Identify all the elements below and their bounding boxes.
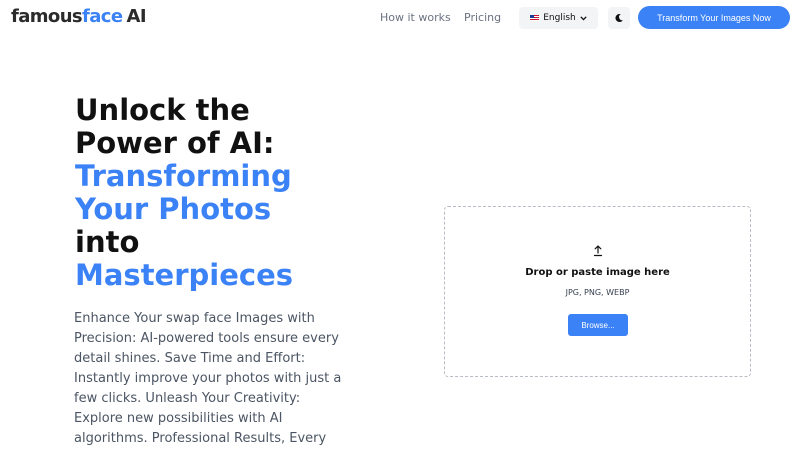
hero-heading-line-accent: Your Photos xyxy=(75,192,272,226)
language-selector[interactable]: English xyxy=(519,7,598,29)
upload-icon xyxy=(593,245,603,257)
hero-heading-line: into xyxy=(75,225,140,259)
us-flag-icon xyxy=(530,15,540,21)
top-nav-bar: famousface AI How it works Pricing Englis… xyxy=(0,0,800,36)
nav-link-pricing[interactable]: Pricing xyxy=(464,11,501,24)
moon-icon xyxy=(615,13,623,22)
chevron-down-icon xyxy=(580,15,587,21)
hero-heading-line-accent: Transforming xyxy=(75,159,292,193)
theme-toggle-button[interactable] xyxy=(608,7,630,29)
logo[interactable]: famousface AI xyxy=(11,6,147,28)
hero-heading: Unlock the Power of AI: Transforming You… xyxy=(75,94,405,292)
logo-part-ai: AI xyxy=(126,6,147,27)
image-dropzone[interactable]: Drop or paste image here JPG, PNG, WEBP … xyxy=(444,206,751,377)
browse-button[interactable]: Browse... xyxy=(568,314,628,336)
transform-images-button[interactable]: Transform Your Images Now xyxy=(638,6,790,29)
hero-heading-line: Power of AI: xyxy=(75,126,275,160)
dropzone-formats: JPG, PNG, WEBP xyxy=(565,288,630,297)
dropzone-title: Drop or paste image here xyxy=(525,267,670,278)
hero-description: Enhance Your swap face Images with Preci… xyxy=(74,311,342,446)
hero-heading-line-accent: Masterpieces xyxy=(75,258,294,292)
language-label: English xyxy=(543,13,576,23)
logo-part-famous: famous xyxy=(11,6,83,27)
nav-link-how-it-works[interactable]: How it works xyxy=(380,11,451,24)
hero-heading-line: Unlock the xyxy=(75,93,250,127)
logo-part-face: face xyxy=(82,6,123,27)
